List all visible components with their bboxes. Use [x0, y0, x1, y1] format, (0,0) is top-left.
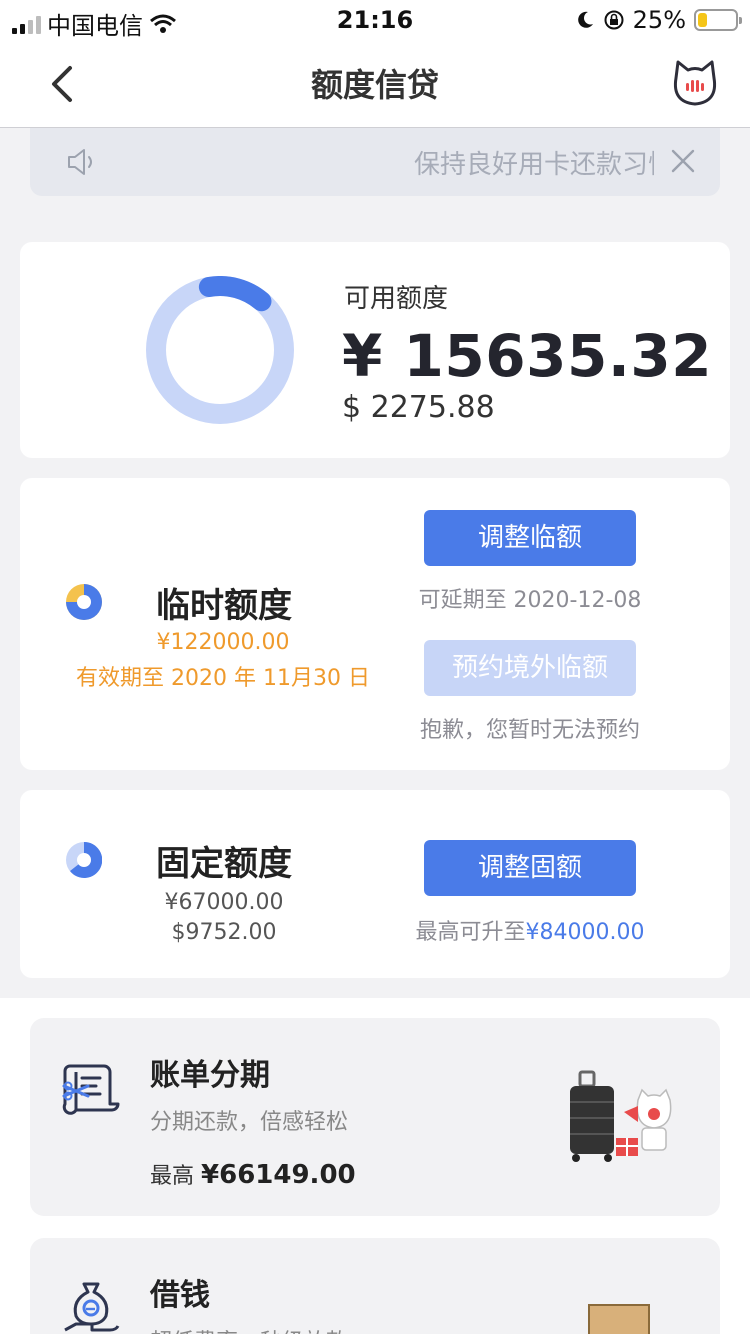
status-icons: 25% [575, 6, 742, 34]
fixed-max-prefix: 最高可升至 [415, 920, 526, 945]
overseas-hint: 抱歉，您暂时无法预约 [419, 718, 640, 743]
nav-bar: 额度信贷 [0, 40, 750, 128]
fixed-amount-cny: ¥67000.00 [164, 890, 284, 915]
rotation-lock-icon [604, 10, 624, 30]
bill-installment-icon [62, 1064, 120, 1115]
luggage-cat-illustration [570, 1070, 672, 1162]
temporary-validity: 有效期至 2020 年 11月30 日 [76, 666, 370, 691]
fixed-max-amount: ¥84000.00 [525, 920, 645, 945]
fixed-credit-card: 固定额度 ¥67000.00 $9752.00 调整固额 最高可升至¥84000… [20, 790, 730, 978]
notice-banner[interactable]: 保持良好用卡还款习惯 [30, 128, 720, 196]
temporary-amount: ¥122000.00 [156, 630, 290, 655]
battery-icon [694, 9, 742, 31]
bill-installment-max-prefix: 最高 [150, 1164, 195, 1189]
available-credit-card: 可用额度 ¥ 15635.32 $ 2275.88 [20, 242, 730, 458]
fixed-max-hint: 最高可升至¥84000.00 [390, 914, 670, 946]
speaker-icon [68, 149, 92, 175]
battery-percent: 25% [632, 6, 686, 34]
borrow-money-subtitle: 超低费率，秒级放款 [150, 1324, 348, 1334]
available-credit-ring [146, 276, 294, 424]
services-area: 账单分期 分期还款，倍感轻松 最高 ¥66149.00 借钱 超低费 [0, 998, 750, 1334]
fixed-amount-usd: $9752.00 [171, 920, 277, 945]
available-amount-usd: $ 2275.88 [342, 390, 495, 425]
money-bag-hand-icon [64, 1282, 120, 1332]
close-icon[interactable] [670, 148, 696, 174]
extend-hint: 可延期至 2020-12-08 [418, 588, 642, 613]
borrow-illustration [588, 1304, 650, 1334]
adjust-fixed-button[interactable]: 调整固额 [424, 840, 636, 896]
cat-mascot-icon[interactable] [670, 58, 720, 108]
available-label: 可用额度 [344, 284, 449, 314]
fixed-title: 固定额度 [156, 844, 292, 884]
overseas-reservation-button[interactable]: 预约境外临额 [424, 640, 636, 696]
notice-text: 保持良好用卡还款习惯 [414, 150, 654, 180]
adjust-temporary-button[interactable]: 调整临额 [424, 510, 636, 566]
borrow-money-title: 借钱 [150, 1278, 210, 1313]
page-title: 额度信贷 [310, 66, 439, 104]
bill-installment-card[interactable]: 账单分期 分期还款，倍感轻松 最高 ¥66149.00 [30, 1018, 720, 1216]
bill-installment-title: 账单分期 [150, 1058, 270, 1093]
fixed-pie-icon [66, 842, 102, 878]
temporary-credit-card: 临时额度 ¥122000.00 有效期至 2020 年 11月30 日 调整临额… [20, 478, 730, 770]
status-bar: 中国电信 21:16 25% [0, 0, 750, 40]
available-amount-cny: ¥ 15635.32 [342, 322, 713, 390]
bill-installment-max-amount: ¥66149.00 [201, 1160, 356, 1190]
temporary-title: 临时额度 [156, 586, 292, 626]
bill-installment-max: 最高 ¥66149.00 [150, 1158, 356, 1190]
moon-icon [577, 11, 593, 28]
temporary-pie-icon [66, 584, 102, 620]
bill-installment-subtitle: 分期还款，倍感轻松 [150, 1110, 349, 1135]
ring-used-arc [198, 276, 272, 312]
battery-fill [698, 13, 707, 27]
borrow-money-card[interactable]: 借钱 超低费率，秒级放款 [30, 1238, 720, 1334]
